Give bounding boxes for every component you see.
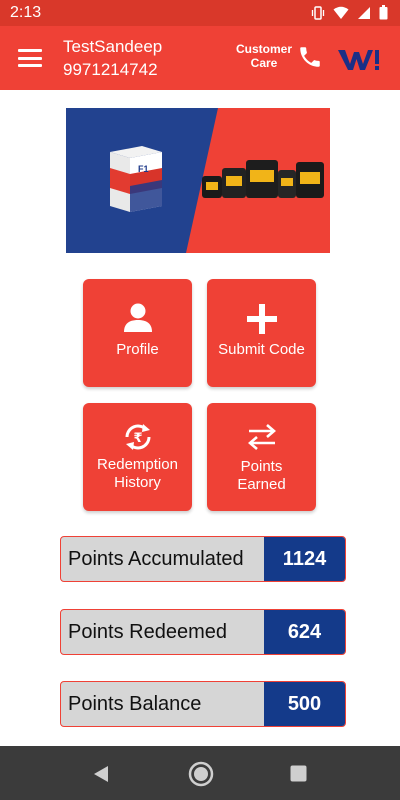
phone-icon[interactable] (297, 44, 323, 70)
svg-text:F1: F1 (138, 164, 149, 174)
product-box-image: F1 (110, 146, 162, 212)
points-balance-value: 500 (264, 682, 345, 726)
swap-arrows-icon (247, 424, 276, 450)
brand-logo (338, 50, 379, 70)
points-balance-row: Points Balance 500 (60, 681, 346, 727)
profile-tile-label: Profile (116, 341, 159, 358)
recent-apps-icon[interactable] (290, 765, 307, 782)
hamburger-menu-icon[interactable] (18, 47, 42, 69)
wifi-icon (333, 6, 349, 19)
user-name: TestSandeep (63, 37, 163, 56)
points-redeemed-value: 624 (264, 610, 345, 654)
points-balance-label: Points Balance (68, 693, 202, 715)
status-bar: 2:13 (0, 0, 400, 26)
app-bar: TestSandeep 9971214742 Customer Care (0, 26, 400, 90)
submit-code-tile[interactable]: Submit Code (207, 279, 316, 387)
battery-icon (379, 5, 388, 20)
points-earned-tile-label: Points Earned (237, 458, 286, 493)
app-screen: 2:13 TestSandeep 9971214742 Customer Car… (0, 0, 400, 800)
points-accumulated-value: 1124 (264, 537, 345, 581)
redemption-history-tile-label: Redemption History (97, 456, 178, 491)
vibrate-icon (311, 5, 325, 20)
submit-code-tile-label: Submit Code (218, 341, 305, 358)
banner-image: F1 (66, 108, 330, 253)
status-time: 2:13 (10, 4, 42, 21)
promo-banner[interactable]: F1 (66, 108, 330, 253)
home-icon[interactable] (188, 761, 214, 787)
plus-icon (246, 304, 277, 334)
user-phone: 9971214742 (63, 60, 158, 79)
back-icon[interactable] (92, 765, 110, 783)
points-accumulated-row: Points Accumulated 1124 (60, 536, 346, 582)
points-earned-tile[interactable]: Points Earned (207, 403, 316, 511)
person-icon (123, 303, 152, 332)
svg-text:₹: ₹ (133, 431, 142, 446)
system-nav-bar (0, 746, 400, 800)
points-accumulated-label: Points Accumulated (68, 548, 244, 570)
customer-care-label[interactable]: Customer Care (234, 42, 294, 70)
profile-tile[interactable]: Profile (83, 279, 192, 387)
redemption-history-tile[interactable]: ₹ Redemption History (83, 403, 192, 511)
status-icons (311, 5, 388, 20)
points-redeemed-row: Points Redeemed 624 (60, 609, 346, 655)
rupee-refresh-icon: ₹ (125, 424, 150, 450)
signal-icon (358, 6, 370, 19)
points-redeemed-label: Points Redeemed (68, 621, 227, 643)
